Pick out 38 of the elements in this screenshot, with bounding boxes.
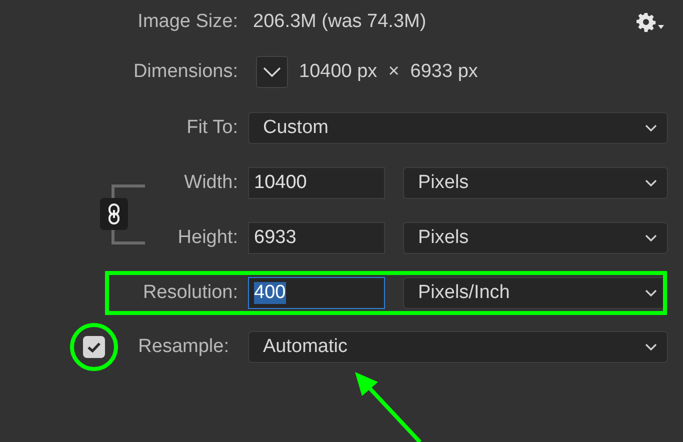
settings-icon — [636, 12, 656, 32]
text-field[interactable]: 400 — [248, 276, 385, 308]
settings-button[interactable] — [636, 12, 664, 32]
dimension-width: 10400 px — [299, 61, 378, 83]
field-label: Fit To: — [186, 117, 239, 139]
constrain-proportions-button[interactable] — [100, 198, 128, 230]
checkmark-icon — [87, 342, 101, 352]
field-label: Image Size: — [138, 11, 239, 33]
dropdown-value: Pixels/Inch — [418, 282, 510, 304]
dropdown-value: Automatic — [263, 336, 348, 358]
chevron-down-icon — [645, 288, 657, 296]
dropdown-value: Pixels — [418, 226, 469, 248]
image-size-value: 206.3M (was 74.3M) — [252, 11, 426, 33]
field-label: Height: — [178, 226, 239, 248]
chevron-down-icon — [645, 343, 657, 351]
field-label: Dimensions: — [133, 61, 239, 83]
chevron-down-icon — [263, 67, 281, 77]
field-label: Width: — [184, 172, 239, 194]
dropdown[interactable]: Custom — [248, 112, 668, 144]
text-field[interactable]: 10400 — [248, 167, 385, 199]
dropdown[interactable]: Automatic — [248, 331, 668, 363]
dropdown-value: Pixels — [418, 172, 469, 194]
dimensions-toggle[interactable] — [256, 56, 288, 88]
chevron-down-icon — [645, 124, 657, 132]
checkbox[interactable] — [83, 336, 105, 358]
chain-link-icon — [108, 203, 120, 225]
chevron-down-icon — [645, 234, 657, 242]
field-label: Resample: — [138, 336, 230, 358]
dropdown[interactable]: Pixels — [403, 167, 668, 199]
chevron-down-icon — [645, 179, 657, 187]
caret-icon — [658, 25, 664, 29]
dimension-height: 6933 px — [410, 61, 478, 83]
field-label: Resolution: — [142, 282, 239, 304]
times-sign: × — [388, 61, 400, 83]
dropdown[interactable]: Pixels — [403, 222, 668, 254]
text-field[interactable]: 6933 — [248, 222, 385, 254]
dropdown-value: Custom — [263, 117, 328, 139]
dropdown[interactable]: Pixels/Inch — [403, 276, 668, 308]
